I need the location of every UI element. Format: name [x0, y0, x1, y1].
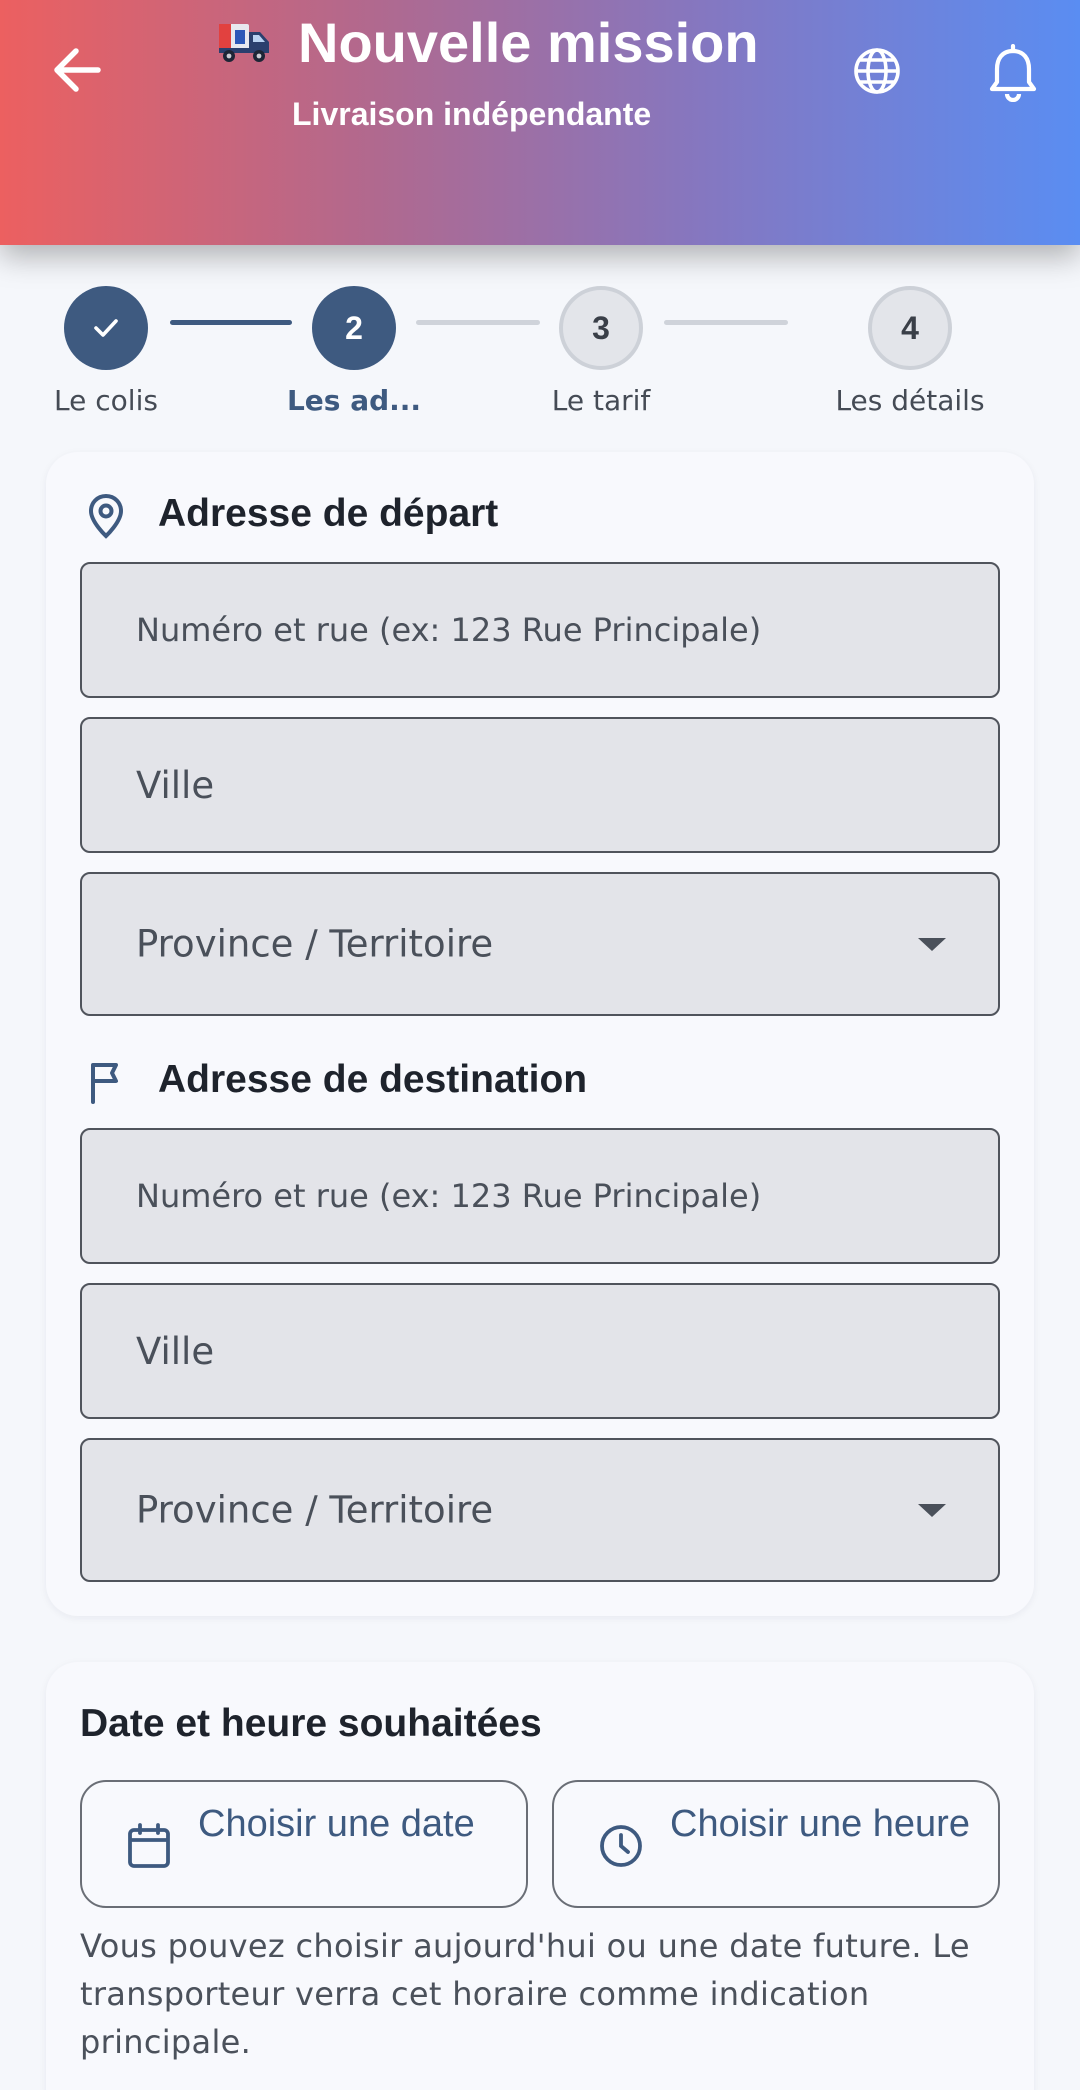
- destination-street-field[interactable]: [80, 1128, 1000, 1264]
- step-3-label: Le tarif: [551, 384, 651, 417]
- step-connector: [416, 320, 540, 325]
- page-subtitle: Livraison indépendante: [292, 96, 652, 132]
- step-4-label: Les détails: [835, 384, 985, 417]
- departure-city-field[interactable]: [80, 717, 1000, 853]
- step-2-label: Les ad...: [286, 384, 422, 417]
- page-title: Nouvelle mission: [298, 11, 759, 74]
- schedule-title: Date et heure souhaitées: [80, 1702, 542, 1745]
- choose-date-button[interactable]: Choisir une date: [80, 1780, 528, 1908]
- chevron-down-icon: [918, 1504, 946, 1517]
- chevron-down-icon: [918, 938, 946, 951]
- departure-province-select[interactable]: Province / Territoire: [80, 872, 1000, 1016]
- step-3-indicator[interactable]: 3: [559, 286, 643, 370]
- schedule-hint: Vous pouvez choisir aujourd'hui ou une d…: [80, 1927, 970, 2061]
- app-header: Nouvelle mission Livraison indépendante: [0, 0, 1080, 245]
- departure-title: Adresse de départ: [158, 492, 499, 535]
- step-2-indicator[interactable]: 2: [312, 286, 396, 370]
- destination-city-input[interactable]: [82, 1285, 998, 1417]
- globe-icon[interactable]: [852, 46, 902, 96]
- check-icon: [94, 319, 118, 337]
- province-placeholder: Province / Territoire: [136, 922, 494, 966]
- step-connector: [170, 320, 292, 325]
- destination-city-field[interactable]: [80, 1283, 1000, 1419]
- calendar-icon: [128, 1823, 170, 1868]
- step-4-indicator[interactable]: 4: [868, 286, 952, 370]
- destination-title: Adresse de destination: [158, 1058, 588, 1101]
- step-1-label: Le colis: [54, 384, 158, 417]
- choose-time-label: Choisir une heure: [670, 1803, 970, 1845]
- flag-icon: [91, 1063, 118, 1104]
- departure-street-input[interactable]: [82, 564, 998, 696]
- choose-time-button[interactable]: Choisir une heure: [552, 1780, 1000, 1908]
- arrow-left-icon[interactable]: [46, 38, 110, 102]
- map-pin-icon: [88, 493, 124, 539]
- step-number: 4: [901, 309, 919, 346]
- delivery-truck-icon: [219, 24, 269, 62]
- step-1-indicator[interactable]: [64, 286, 148, 370]
- step-number: 3: [592, 309, 610, 346]
- bell-icon[interactable]: [986, 44, 1040, 102]
- step-number: 2: [345, 309, 363, 346]
- clock-icon: [600, 1825, 642, 1867]
- departure-street-field[interactable]: [80, 562, 1000, 698]
- departure-city-input[interactable]: [82, 719, 998, 851]
- step-connector: [664, 320, 788, 325]
- destination-province-select[interactable]: Province / Territoire: [80, 1438, 1000, 1582]
- province-placeholder: Province / Territoire: [136, 1488, 494, 1532]
- destination-street-input[interactable]: [82, 1130, 998, 1262]
- choose-date-label: Choisir une date: [198, 1803, 475, 1845]
